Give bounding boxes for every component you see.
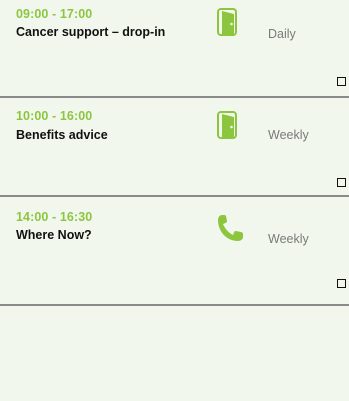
phone-icon <box>216 213 243 241</box>
session-item[interactable]: 10:00 - 16:00 Benefits advice Weekly <box>0 98 349 197</box>
session-title: Where Now? <box>16 228 92 242</box>
session-title: Cancer support – drop-in <box>16 25 166 39</box>
door-icon <box>216 8 240 36</box>
session-time: 10:00 - 16:00 <box>16 109 93 123</box>
session-list: 09:00 - 17:00 Cancer support – drop-in D… <box>0 0 349 306</box>
session-frequency: Weekly <box>268 128 309 142</box>
session-item[interactable]: 09:00 - 17:00 Cancer support – drop-in D… <box>0 0 349 98</box>
session-title: Benefits advice <box>16 128 108 142</box>
door-icon <box>216 111 240 139</box>
select-checkbox[interactable] <box>337 77 346 86</box>
session-time: 09:00 - 17:00 <box>16 7 93 21</box>
session-time: 14:00 - 16:30 <box>16 210 93 224</box>
session-frequency: Weekly <box>268 232 309 246</box>
select-checkbox[interactable] <box>337 279 346 288</box>
session-frequency: Daily <box>268 27 296 41</box>
session-item[interactable]: 14:00 - 16:30 Where Now? Weekly <box>0 197 349 306</box>
select-checkbox[interactable] <box>337 178 346 187</box>
